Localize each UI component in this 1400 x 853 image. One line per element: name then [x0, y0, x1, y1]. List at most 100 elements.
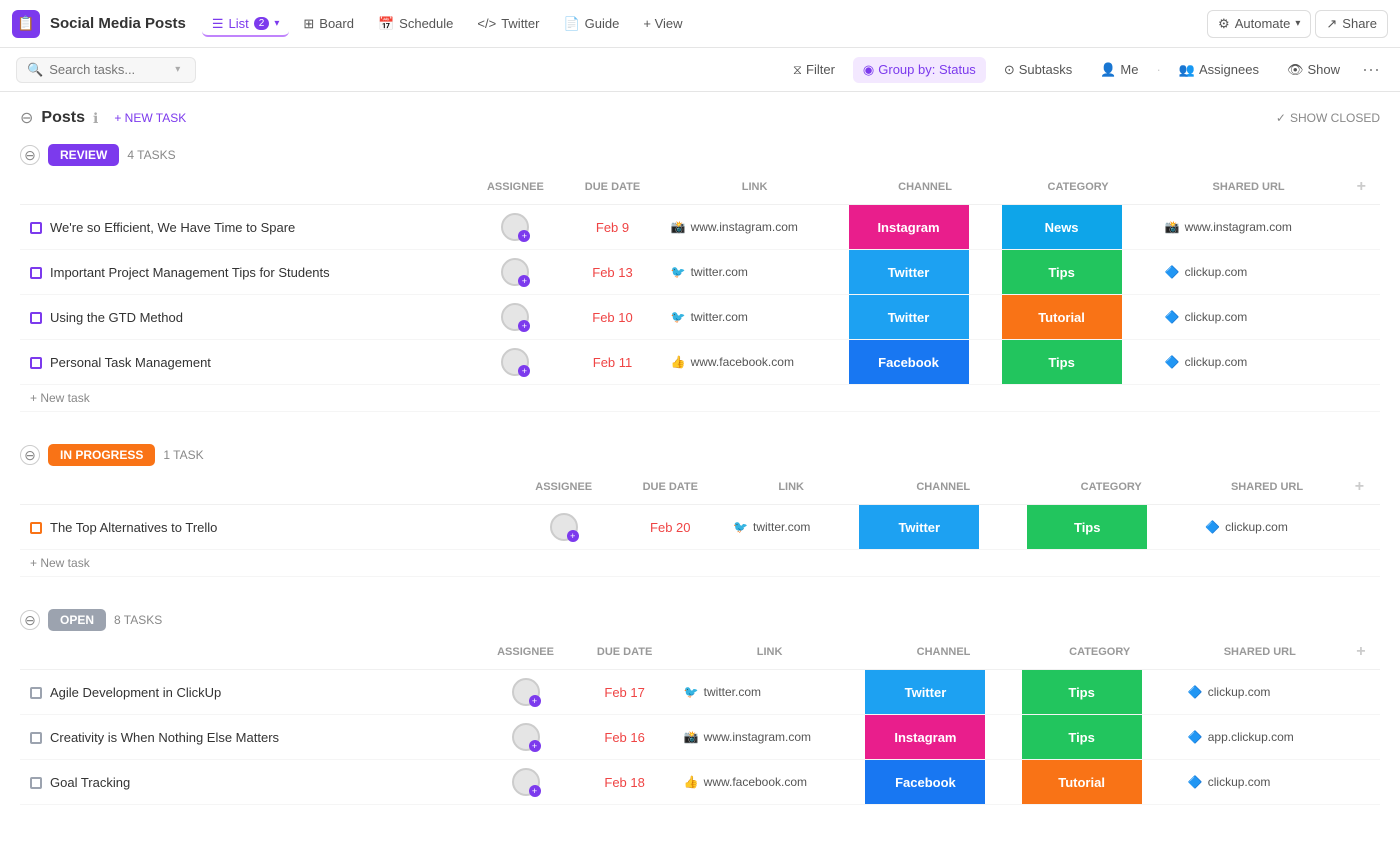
shared-url[interactable]: 🔷clickup.com [1165, 355, 1333, 369]
category-badge[interactable]: News [1002, 205, 1122, 249]
add-assignee-icon[interactable]: + [518, 320, 530, 332]
task-checkbox[interactable] [30, 357, 42, 369]
task-name[interactable]: Personal Task Management [50, 355, 211, 370]
category-badge[interactable]: Tips [1027, 505, 1147, 549]
add-assignee-icon[interactable]: + [518, 365, 530, 377]
add-col-header[interactable]: + [1343, 170, 1380, 205]
channel-badge[interactable]: Twitter [865, 670, 985, 714]
channel-badge[interactable]: Facebook [865, 760, 985, 804]
link-cell[interactable]: 🐦twitter.com [733, 520, 849, 534]
add-assignee-icon[interactable]: + [518, 275, 530, 287]
category-badge[interactable]: Tips [1022, 670, 1142, 714]
task-name[interactable]: Important Project Management Tips for St… [50, 265, 330, 280]
link-cell[interactable]: 🐦twitter.com [684, 685, 856, 699]
task-checkbox[interactable] [30, 312, 42, 324]
review-badge[interactable]: REVIEW [48, 144, 119, 166]
more-options-button[interactable]: ··· [1358, 55, 1384, 84]
add-column-button[interactable]: + [1355, 478, 1364, 495]
col-channel: CHANNEL [859, 470, 1027, 505]
task-name[interactable]: We're so Efficient, We Have Time to Spar… [50, 220, 295, 235]
task-checkbox[interactable] [30, 687, 42, 699]
assignees-icon: 👥 [1179, 62, 1195, 78]
channel-badge[interactable]: Instagram [865, 715, 985, 759]
shared-url[interactable]: 🔷clickup.com [1165, 310, 1333, 324]
search-box[interactable]: 🔍 ▾ [16, 57, 196, 83]
add-column-button[interactable]: + [1356, 643, 1365, 660]
tab-board[interactable]: ⊞ Board [293, 11, 364, 37]
add-assignee-icon[interactable]: + [529, 740, 541, 752]
collapse-review-button[interactable]: ⊖ [20, 145, 40, 165]
new-task-row[interactable]: + New task [20, 385, 1380, 412]
category-badge[interactable]: Tutorial [1002, 295, 1122, 339]
collapse-open-button[interactable]: ⊖ [20, 610, 40, 630]
show-closed-button[interactable]: ✓ SHOW CLOSED [1276, 111, 1380, 125]
share-button[interactable]: ↗ Share [1315, 10, 1388, 38]
new-task-row[interactable]: + New task [20, 550, 1380, 577]
channel-badge[interactable]: Twitter [859, 505, 979, 549]
list-icon: ☰ [212, 16, 224, 32]
task-checkbox[interactable] [30, 222, 42, 234]
task-name[interactable]: Agile Development in ClickUp [50, 685, 221, 700]
subtasks-button[interactable]: ⊙ Subtasks [994, 57, 1082, 83]
col-channel: CHANNEL [849, 170, 1002, 205]
task-name[interactable]: Creativity is When Nothing Else Matters [50, 730, 279, 745]
link-cell[interactable]: 📸www.instagram.com [671, 220, 839, 234]
task-name[interactable]: Using the GTD Method [50, 310, 183, 325]
automate-button[interactable]: ⚙ Automate ▾ [1207, 10, 1311, 38]
shared-url[interactable]: 🔷clickup.com [1188, 775, 1332, 789]
show-button[interactable]: 👁 Show [1277, 57, 1350, 83]
me-button[interactable]: 👤 Me [1090, 57, 1148, 83]
add-col-header[interactable]: + [1339, 470, 1380, 505]
link-cell[interactable]: 📸www.instagram.com [684, 730, 856, 744]
tab-guide[interactable]: 📄 Guide [553, 11, 629, 37]
tab-twitter[interactable]: </> Twitter [467, 11, 549, 36]
task-checkbox[interactable] [30, 732, 42, 744]
tab-schedule[interactable]: 📅 Schedule [368, 11, 463, 37]
assignees-button[interactable]: 👥 Assignees [1169, 57, 1269, 83]
category-badge[interactable]: Tips [1002, 250, 1122, 294]
shared-url[interactable]: 🔷clickup.com [1188, 685, 1332, 699]
collapse-inprogress-button[interactable]: ⊖ [20, 445, 40, 465]
add-view-button[interactable]: + View [633, 11, 692, 36]
inprogress-badge[interactable]: IN PROGRESS [48, 444, 155, 466]
search-input[interactable] [49, 62, 169, 77]
task-checkbox[interactable] [30, 267, 42, 279]
open-badge[interactable]: OPEN [48, 609, 106, 631]
shared-url[interactable]: 🔷app.clickup.com [1188, 730, 1332, 744]
shared-url[interactable]: 🔷clickup.com [1205, 520, 1329, 534]
due-date: Feb 18 [576, 760, 674, 805]
new-task-button[interactable]: + NEW TASK [106, 108, 194, 128]
channel-badge[interactable]: Twitter [849, 250, 969, 294]
shared-url[interactable]: 📸www.instagram.com [1165, 220, 1333, 234]
category-badge[interactable]: Tips [1002, 340, 1122, 384]
link-cell[interactable]: 👍www.facebook.com [684, 775, 856, 789]
collapse-posts-button[interactable]: ⊖ [20, 108, 33, 128]
category-badge[interactable]: Tutorial [1022, 760, 1142, 804]
task-checkbox[interactable] [30, 522, 42, 534]
add-assignee-icon[interactable]: + [529, 695, 541, 707]
link-cell[interactable]: 🐦twitter.com [671, 310, 839, 324]
channel-badge[interactable]: Twitter [849, 295, 969, 339]
shared-url[interactable]: 🔷clickup.com [1165, 265, 1333, 279]
add-assignee-icon[interactable]: + [529, 785, 541, 797]
tab-list[interactable]: ☰ List 2 ▾ [202, 11, 289, 37]
add-col-header[interactable]: + [1342, 635, 1380, 670]
link-cell[interactable]: 🐦twitter.com [671, 265, 839, 279]
add-column-button[interactable]: + [1357, 178, 1366, 195]
channel-badge[interactable]: Instagram [849, 205, 969, 249]
group-by-button[interactable]: ◉ Group by: Status [853, 57, 986, 83]
user-icon: 👤 [1100, 62, 1116, 78]
task-name[interactable]: Goal Tracking [50, 775, 130, 790]
category-badge[interactable]: Tips [1022, 715, 1142, 759]
due-date: Feb 16 [576, 715, 674, 760]
info-icon[interactable]: ℹ [93, 110, 98, 127]
clickup-icon: 🔷 [1205, 520, 1220, 534]
link-cell[interactable]: 👍www.facebook.com [671, 355, 839, 369]
add-assignee-icon[interactable]: + [567, 530, 579, 542]
filter-button[interactable]: ⧖ Filter [783, 57, 845, 83]
task-checkbox[interactable] [30, 777, 42, 789]
add-assignee-icon[interactable]: + [518, 230, 530, 242]
channel-badge[interactable]: Facebook [849, 340, 969, 384]
task-name[interactable]: The Top Alternatives to Trello [50, 520, 217, 535]
review-task-count: 4 TASKS [127, 148, 175, 162]
